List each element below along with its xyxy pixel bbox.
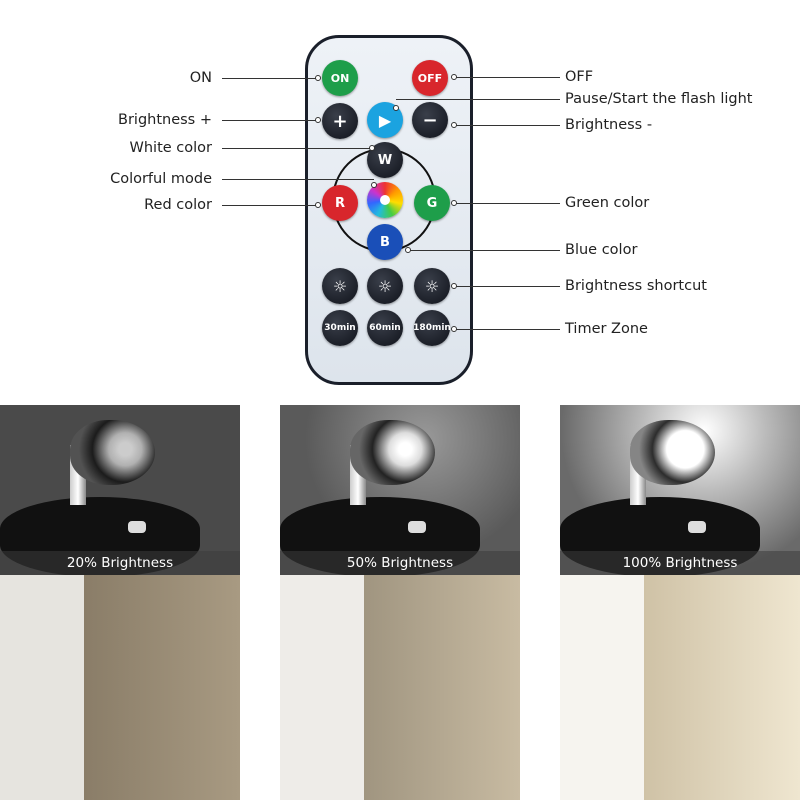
sun-icon: ☼: [332, 276, 348, 296]
brightness-minus-button[interactable]: −: [412, 102, 448, 138]
color-wheel-icon: [380, 195, 390, 205]
sun-icon: ☼: [377, 276, 393, 296]
play-icon: ▶: [378, 110, 392, 130]
brightness-low-button[interactable]: ☼: [322, 268, 358, 304]
timer-180-button[interactable]: 180min: [413, 310, 451, 346]
brightness-caption: 50% Brightness: [280, 551, 520, 575]
sun-icon: ☼: [424, 276, 440, 296]
brightness-caption: 20% Brightness: [0, 551, 240, 575]
blue-button[interactable]: B: [367, 224, 403, 260]
label-white-color: White color: [129, 140, 212, 156]
label-timer-zone: Timer Zone: [565, 321, 648, 337]
label-brightness-minus: Brightness -: [565, 117, 653, 133]
label-blue-color: Blue color: [565, 242, 638, 258]
brightness-panel-50: 50% Brightness: [280, 405, 520, 800]
brightness-panel-100: 100% Brightness: [560, 405, 800, 800]
green-button[interactable]: G: [414, 185, 450, 221]
label-red-color: Red color: [144, 197, 212, 213]
brightness-plus-button[interactable]: +: [322, 103, 358, 139]
label-brightness-plus: Brightness +: [118, 112, 212, 128]
on-button[interactable]: ON: [322, 60, 358, 96]
timer-60-button[interactable]: 60min: [367, 310, 403, 346]
label-colorful-mode: Colorful mode: [110, 171, 212, 187]
brightness-caption: 100% Brightness: [560, 551, 800, 575]
red-button[interactable]: R: [322, 185, 358, 221]
label-on: ON: [189, 70, 212, 86]
label-off: OFF: [565, 69, 594, 85]
brightness-mid-button[interactable]: ☼: [367, 268, 403, 304]
label-green-color: Green color: [565, 195, 650, 211]
label-pause-start: Pause/Start the flash light: [565, 91, 753, 107]
label-brightness-shortcut: Brightness shortcut: [565, 278, 707, 294]
timer-30-button[interactable]: 30min: [322, 310, 358, 346]
brightness-panel-20: 20% Brightness: [0, 405, 240, 800]
brightness-high-button[interactable]: ☼: [414, 268, 450, 304]
off-button[interactable]: OFF: [412, 60, 448, 96]
